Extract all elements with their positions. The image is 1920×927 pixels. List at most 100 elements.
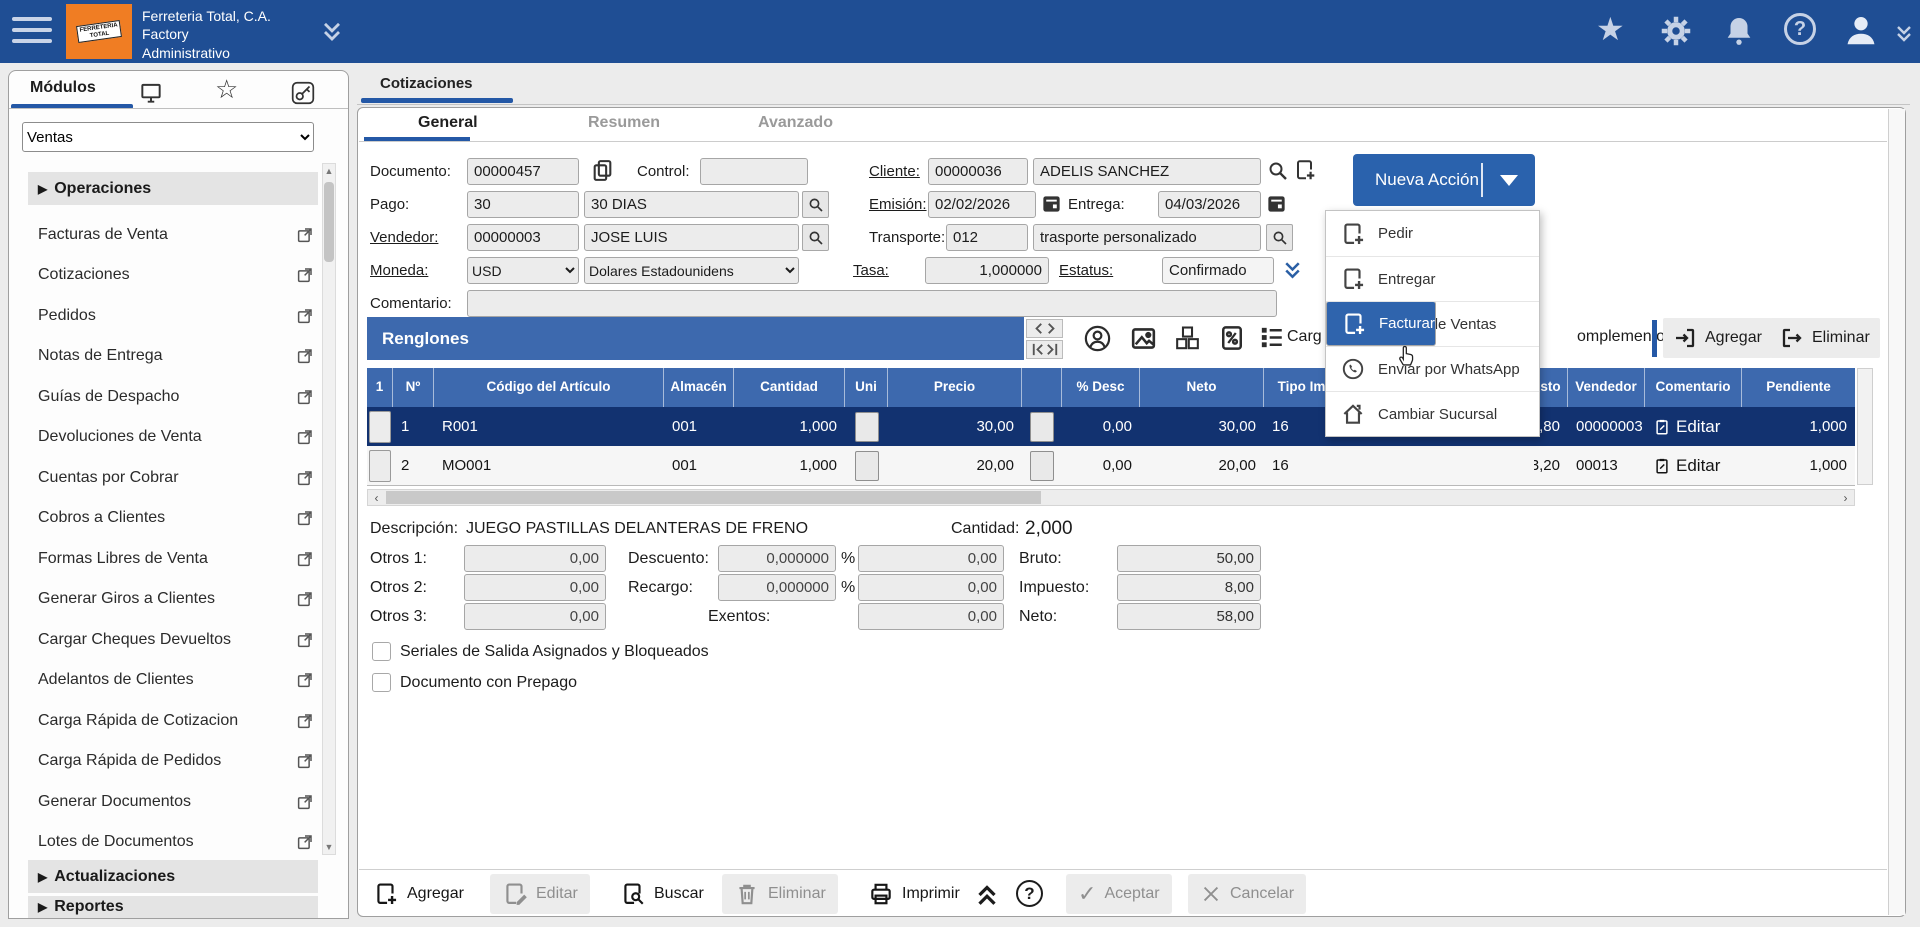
scroll-left-icon[interactable]: ‹ [368,490,385,505]
exentos-input[interactable]: 0,00 [858,603,1004,630]
external-link-icon[interactable] [296,590,314,608]
help-icon[interactable]: ? [1784,13,1816,45]
discount-calculator-icon[interactable] [1217,323,1247,353]
sidebar-item-cotizaciones[interactable]: Cotizaciones [28,258,320,292]
sidebar-scrollbar-thumb[interactable] [324,182,334,262]
seriales-checkbox[interactable] [372,642,391,661]
section-reportes[interactable]: ▶ Reportes [28,896,318,918]
menu-item-pedir[interactable]: Pedir [1326,211,1539,256]
module-select[interactable]: Ventas [22,122,314,152]
sidebar-item-pedidos[interactable]: Pedidos [28,299,320,333]
entrega-input[interactable]: 04/03/2026 [1158,191,1261,218]
external-link-icon[interactable] [296,388,314,406]
menu-item-cambiar-sucursal[interactable]: Cambiar Sucursal [1326,391,1539,436]
pago-codigo-input[interactable]: 30 [467,191,579,218]
moneda-label[interactable]: Moneda: [370,262,428,279]
estatus-expand-chevrons-icon[interactable] [1280,258,1305,283]
documento-input[interactable]: 00000457 [467,158,579,185]
user-profile-icon[interactable] [1842,11,1880,49]
emision-label[interactable]: Emisión: [869,196,927,213]
favorites-tab-icon[interactable]: ☆ [215,74,238,105]
external-link-icon[interactable] [296,266,314,284]
footer-agregar-button[interactable]: Agregar [361,874,476,914]
tasa-label[interactable]: Tasa: [853,262,889,279]
sidebar-item-generar-documentos[interactable]: Generar Documentos [28,785,320,819]
section-operaciones[interactable]: ▶ Operaciones [28,172,318,205]
renglon-eliminar-button[interactable]: Eliminar [1770,318,1880,358]
sidebar-item-cargar-cheques-devueltos[interactable]: Cargar Cheques Devueltos [28,623,320,657]
settings-gear-icon[interactable] [1658,13,1694,49]
row-select-button[interactable] [369,450,391,482]
section-actualizaciones[interactable]: ▶ Actualizaciones [28,860,318,893]
sidebar-item-generar-giros-a-clientes[interactable]: Generar Giros a Clientes [28,582,320,616]
external-link-icon[interactable] [296,469,314,487]
external-link-icon[interactable] [296,671,314,689]
cliente-search-icon[interactable] [1266,159,1290,183]
nueva-accion-button[interactable]: Nueva Acción [1353,154,1535,206]
sidebar-item-guias-de-despacho[interactable]: Guías de Despacho [28,380,320,414]
sidebar-scrollbar[interactable]: ▲ ▼ [322,163,336,855]
sidebar-item-formas-libres-de-venta[interactable]: Formas Libres de Venta [28,542,320,576]
recargo-monto-input[interactable]: 0,00 [858,574,1004,601]
collapse-panel-chevrons-icon[interactable] [972,880,1002,910]
menu-item-entregar[interactable]: Entregar [1326,256,1539,301]
external-link-icon[interactable] [296,833,314,851]
sidebar-item-devoluciones-de-venta[interactable]: Devoluciones de Venta [28,420,320,454]
cliente-codigo-input[interactable]: 00000036 [928,158,1028,185]
uni-button[interactable] [855,451,879,481]
copy-icon[interactable] [590,158,615,183]
renglon-agregar-button[interactable]: Agregar [1663,318,1772,358]
cliente-nombre-input[interactable]: ADELIS SANCHEZ [1033,158,1261,185]
sidebar-item-carga-rapida-de-cotizacion[interactable]: Carga Rápida de Cotizacion [28,704,320,738]
image-icon[interactable] [1128,323,1159,354]
external-link-icon[interactable] [296,631,314,649]
footer-editar-button[interactable]: Editar [490,874,590,914]
external-link-icon[interactable] [296,793,314,811]
entrega-calendar-icon[interactable] [1265,192,1288,215]
prepago-checkbox[interactable] [372,673,391,692]
grid-hscrollbar-thumb[interactable] [386,491,1041,504]
company-logo[interactable]: FERRETERIATOTAL [66,4,132,59]
nav-prev-next-icon[interactable] [1026,319,1063,338]
otros1-input[interactable]: 0,00 [464,545,606,572]
external-link-icon[interactable] [296,226,314,244]
tab-resumen[interactable]: Resumen [588,114,660,132]
control-input[interactable] [700,158,808,185]
external-link-icon[interactable] [296,307,314,325]
key-tab-icon[interactable] [290,80,316,106]
sidebar-item-facturas-de-venta[interactable]: Facturas de Venta [28,218,320,252]
bruto-input[interactable]: 50,00 [1117,545,1261,572]
emision-calendar-icon[interactable] [1040,192,1063,215]
footer-cancelar-button[interactable]: Cancelar [1188,874,1306,914]
cliente-label[interactable]: Cliente: [869,163,920,180]
transporte-nombre-input[interactable]: trasporte personalizado [1033,224,1261,251]
user-menu-chevrons-icon[interactable] [1892,22,1916,46]
agent-person-icon[interactable] [1082,323,1113,354]
transporte-codigo-input[interactable]: 012 [946,224,1028,251]
recargo-pct-input[interactable]: 0,000000 [718,574,836,601]
comentario-input[interactable] [467,290,1277,317]
moneda-codigo-select[interactable]: USD [467,257,579,284]
footer-help-icon[interactable]: ? [1016,880,1043,907]
list-icon[interactable] [1257,323,1286,352]
external-link-icon[interactable] [296,550,314,568]
scroll-down-icon[interactable]: ▼ [323,842,335,852]
external-link-icon[interactable] [296,347,314,365]
footer-imprimir-button[interactable]: Imprimir [856,874,972,914]
external-link-icon[interactable] [296,509,314,527]
cliente-add-document-icon[interactable] [1293,158,1317,182]
row-select-button[interactable] [369,411,391,443]
favorites-icon[interactable]: ★ [1596,12,1625,46]
otros2-input[interactable]: 0,00 [464,574,606,601]
footer-buscar-button[interactable]: Buscar [608,874,716,914]
otros3-input[interactable]: 0,00 [464,603,606,630]
pago-nombre-input[interactable]: 30 DIAS [584,191,799,218]
uni-button[interactable] [855,412,879,442]
price-detail-button[interactable] [1030,412,1054,442]
moneda-nombre-select[interactable]: Dolares Estadounidens [584,257,799,284]
vendedor-codigo-input[interactable]: 00000003 [467,224,579,251]
transporte-search-button[interactable] [1266,224,1293,251]
grid-horizontal-scrollbar[interactable]: ‹ › [367,489,1855,506]
descuento-monto-input[interactable]: 0,00 [858,545,1004,572]
tab-general[interactable]: General [418,114,478,132]
